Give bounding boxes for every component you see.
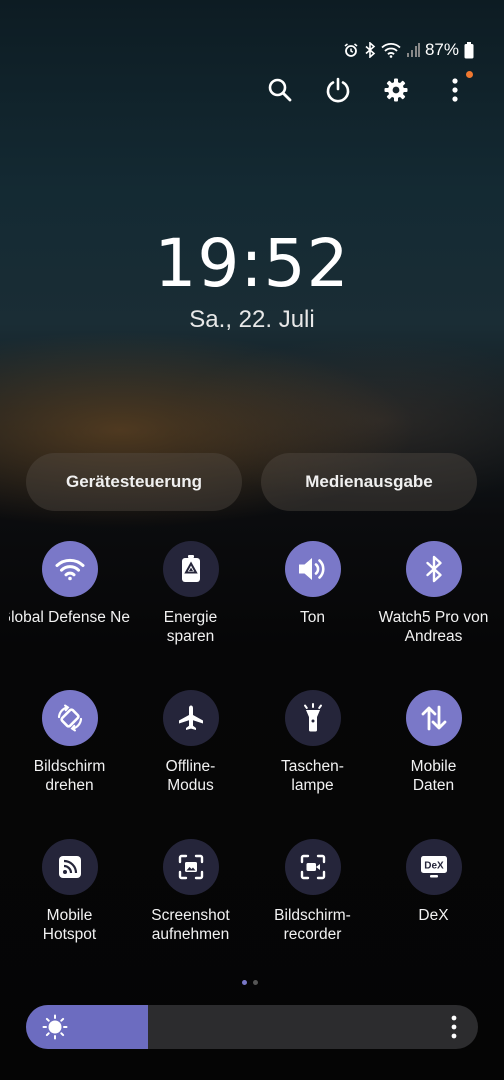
tile-flashlight[interactable]: Taschen- lampe xyxy=(252,690,373,795)
tile-label: Taschen- lampe xyxy=(281,758,344,794)
alarm-icon xyxy=(343,42,359,58)
tile-label: DeX xyxy=(418,907,449,924)
bluetooth-icon xyxy=(364,42,376,58)
page-dot-active xyxy=(242,980,247,985)
tile-mobile-hotspot[interactable]: Mobile Hotspot xyxy=(9,839,130,944)
bluetooth-icon xyxy=(405,541,462,597)
tile-label: Offline- Modus xyxy=(165,758,216,794)
tile-sound[interactable]: Ton xyxy=(252,541,373,627)
airplane-icon xyxy=(162,690,219,746)
clock-time: 19:52 xyxy=(154,225,350,302)
device-control-button[interactable]: Gerätesteuerung xyxy=(26,453,242,511)
dex-icon: DeX xyxy=(405,839,462,895)
tile-wifi[interactable]: Global Defense Ne xyxy=(9,541,130,627)
tile-screen-recorder[interactable]: Bildschirm- recorder xyxy=(252,839,373,944)
hotspot-icon xyxy=(41,839,98,895)
brightness-more-icon[interactable] xyxy=(444,1013,464,1041)
battery-percent: 87% xyxy=(424,40,459,59)
flashlight-icon xyxy=(284,690,341,746)
tile-power-saving[interactable]: Energie sparen xyxy=(130,541,251,646)
brightness-slider[interactable] xyxy=(26,1005,478,1049)
mobile-data-icon xyxy=(405,690,462,746)
signal-icon xyxy=(406,42,420,58)
tile-auto-rotate[interactable]: Bildschirm drehen xyxy=(9,690,130,795)
brightness-icon xyxy=(42,1014,68,1040)
page-indicator xyxy=(242,980,258,985)
settings-icon[interactable] xyxy=(376,70,416,110)
status-bar: 87% xyxy=(343,38,474,62)
tile-bluetooth[interactable]: Watch5 Pro von Andreas xyxy=(373,541,494,646)
tile-label: Screenshot aufnehmen xyxy=(151,907,230,943)
clock-date: Sa., 22. Juli xyxy=(189,306,315,333)
battery-saver-icon xyxy=(162,541,219,597)
wifi-icon xyxy=(41,541,98,597)
tile-label: Mobile Daten xyxy=(410,758,457,794)
power-icon[interactable] xyxy=(318,70,358,110)
tile-label: Bildschirm drehen xyxy=(33,758,106,794)
battery-icon xyxy=(464,41,474,59)
search-icon[interactable] xyxy=(260,70,300,110)
tile-label: Watch5 Pro von Andreas xyxy=(378,609,489,645)
tile-label: Mobile Hotspot xyxy=(42,907,97,943)
wifi-icon xyxy=(381,42,401,58)
notification-dot xyxy=(466,71,473,78)
quick-panel-actions xyxy=(0,70,504,110)
tile-screenshot[interactable]: Screenshot aufnehmen xyxy=(130,839,251,944)
svg-text:DeX: DeX xyxy=(424,861,444,872)
tile-dex[interactable]: DeX DeX xyxy=(373,839,494,925)
page-dot xyxy=(253,980,258,985)
tile-label: Energie sparen xyxy=(163,609,218,645)
tile-mobile-data[interactable]: Mobile Daten xyxy=(373,690,494,795)
tile-airplane-mode[interactable]: Offline- Modus xyxy=(130,690,251,795)
sound-icon xyxy=(284,541,341,597)
media-output-button[interactable]: Medienausgabe xyxy=(261,453,477,511)
screenshot-icon xyxy=(162,839,219,895)
rotate-icon xyxy=(41,690,98,746)
screen-recorder-icon xyxy=(284,839,341,895)
tile-label: Ton xyxy=(300,609,325,626)
tile-label: Global Defense Ne xyxy=(9,609,130,626)
tile-label: Bildschirm- recorder xyxy=(274,907,351,943)
